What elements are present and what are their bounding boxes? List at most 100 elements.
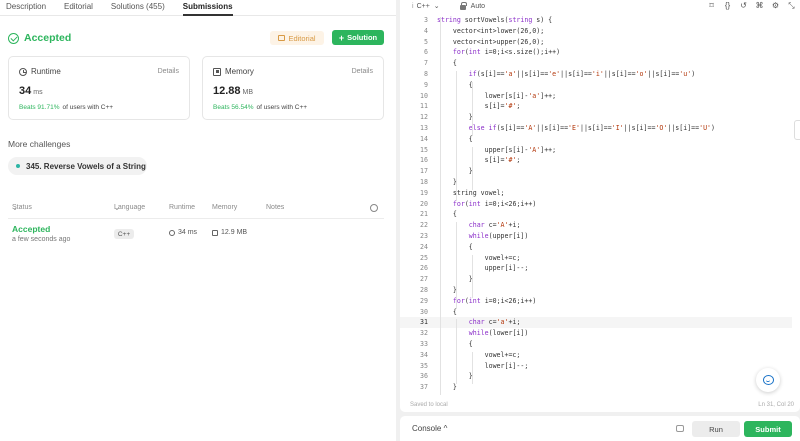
code-text[interactable]: lower[i]--; (437, 361, 529, 372)
code-text[interactable]: { (437, 80, 473, 91)
code-text[interactable]: { (437, 134, 473, 145)
code-line[interactable]: 22 char c='A'+i; (400, 220, 792, 231)
code-line[interactable]: 35 lower[i]--; (400, 361, 792, 372)
collapse-icon[interactable]: ⤡ (787, 1, 796, 10)
row-memory: 12.9 MB (212, 229, 247, 236)
code-line[interactable]: 27 } (400, 274, 792, 285)
code-line[interactable]: 13 else if(s[i]=='A'||s[i]=='E'||s[i]=='… (400, 123, 792, 134)
code-text[interactable]: s[i]='#'; (437, 155, 521, 166)
challenge-link[interactable]: 345. Reverse Vowels of a String (8, 157, 147, 175)
code-line[interactable]: 18 } (400, 177, 792, 188)
line-number: 25 (420, 253, 428, 262)
bookmark-icon[interactable]: ⌑ (707, 1, 716, 10)
code-text[interactable]: if(s[i]=='a'||s[i]=='e'||s[i]=='i'||s[i]… (437, 69, 695, 80)
code-text[interactable]: upper[i]--; (437, 263, 529, 274)
code-text[interactable]: for(int i=0;i<26;i++) (437, 296, 536, 307)
run-button[interactable]: Run (692, 421, 740, 437)
code-text[interactable]: upper[s[i]-'A']++; (437, 145, 557, 156)
code-text[interactable]: lower[s[i]-'a']++; (437, 91, 557, 102)
code-line[interactable]: 20 for(int i=0;i<26;i++) (400, 199, 792, 210)
code-line[interactable]: 37 } (400, 382, 792, 393)
code-area[interactable]: 3 string sortVowels(string s) {4 vector<i… (400, 15, 800, 395)
code-line[interactable]: 23 while(upper[i]) (400, 231, 792, 242)
code-line[interactable]: 15 upper[s[i]-'A']++; (400, 145, 792, 156)
code-line[interactable]: 17 } (400, 166, 792, 177)
col-language[interactable]: Language ⌄ (114, 204, 145, 212)
tab-submissions[interactable]: Submissions (182, 0, 233, 16)
code-text[interactable]: while(upper[i]) (437, 231, 529, 242)
code-line[interactable]: 32 while(lower[i]) (400, 328, 792, 339)
editorial-button[interactable]: Editorial (270, 31, 324, 45)
col-status[interactable]: Status ⌄ (12, 204, 32, 212)
code-line[interactable]: 19 string vowel; (400, 188, 792, 199)
code-line[interactable]: 25 vowel+=c; (400, 253, 792, 264)
code-line[interactable]: 31 char c='a'+i; (400, 317, 792, 329)
tab-solutions[interactable]: Solutions (455) (111, 0, 165, 12)
runtime-card[interactable]: Runtime Details 34 ms Beats 91.71% of user… (8, 56, 190, 120)
editor-tools: ⌑ {} ↺ ⌘ ⚙ ⤡ (707, 1, 796, 10)
braces-icon[interactable]: {} (723, 1, 732, 10)
runtime-value: 34 ms (19, 85, 43, 97)
code-line[interactable]: 29 for(int i=0;i<26;i++) (400, 296, 792, 307)
code-text[interactable]: while(lower[i]) (437, 328, 529, 339)
code-line[interactable]: 9 { (400, 80, 792, 91)
code-line[interactable]: 11 s[i]='#'; (400, 101, 792, 112)
code-text[interactable]: } (437, 274, 473, 285)
code-line[interactable]: 5 vector<int>upper(26,0); (400, 37, 792, 48)
submit-button[interactable]: Submit (744, 421, 792, 437)
code-line[interactable]: 16 s[i]='#'; (400, 155, 792, 166)
code-line[interactable]: 10 lower[s[i]-'a']++; (400, 91, 792, 102)
code-text[interactable]: vowel+=c; (437, 350, 521, 361)
side-panel-handle[interactable] (794, 120, 800, 140)
code-line[interactable]: 7 { (400, 58, 792, 69)
assistant-button[interactable] (756, 368, 780, 392)
reset-icon[interactable]: ↺ (739, 1, 748, 10)
code-line[interactable]: 24 { (400, 242, 792, 253)
code-text[interactable]: string vowel; (437, 188, 505, 199)
code-text[interactable]: s[i]='#'; (437, 101, 521, 112)
code-text[interactable]: { (437, 339, 473, 350)
code-line[interactable]: 12 } (400, 112, 792, 123)
code-line[interactable]: 34 vowel+=c; (400, 350, 792, 361)
settings-icon[interactable]: ⚙ (771, 1, 780, 10)
code-text[interactable]: char c='A'+i; (437, 220, 521, 231)
code-line[interactable]: 14 { (400, 134, 792, 145)
shortcuts-icon[interactable]: ⌘ (755, 1, 764, 10)
code-text[interactable]: { (437, 242, 473, 253)
code-line[interactable]: 30 { (400, 307, 792, 318)
code-text[interactable]: for(int i=0;i<26;i++) (437, 199, 536, 210)
code-line[interactable]: 4 vector<int>lower(26,0); (400, 26, 792, 37)
cloud-icon[interactable] (676, 425, 684, 432)
code-text[interactable]: } (437, 166, 473, 177)
code-line[interactable]: 36 } (400, 371, 792, 382)
code-line[interactable]: 21 { (400, 209, 792, 220)
auto-mode[interactable]: Auto (459, 1, 485, 10)
code-text[interactable]: vowel+=c; (437, 253, 521, 264)
tab-description[interactable]: Description (6, 0, 46, 12)
gear-icon[interactable] (370, 204, 378, 212)
code-text[interactable]: string sortVowels(string s) { (437, 15, 552, 26)
memory-details-link[interactable]: Details (352, 68, 373, 75)
code-line[interactable]: 6 for(int i=0;i<s.size();i++) (400, 47, 792, 58)
code-text[interactable]: vector<int>upper(26,0); (437, 37, 544, 48)
code-line[interactable]: 28 } (400, 285, 792, 296)
code-text[interactable]: else if(s[i]=='A'||s[i]=='E'||s[i]=='I'|… (437, 123, 715, 134)
language-selector[interactable]: i C++ ⌄ (412, 2, 440, 11)
code-line[interactable]: 3 string sortVowels(string s) { (400, 15, 792, 26)
code-line[interactable]: 26 upper[i]--; (400, 263, 792, 274)
line-number: 22 (420, 221, 428, 230)
code-text[interactable]: for(int i=0;i<s.size();i++) (437, 47, 560, 58)
memory-card[interactable]: Memory Details 12.88 MB Beats 56.54% of us… (202, 56, 384, 120)
post-solution-button[interactable]: + Solution (332, 30, 384, 45)
runtime-details-link[interactable]: Details (158, 68, 179, 75)
code-line[interactable]: 33 { (400, 339, 792, 350)
code-text[interactable]: } (437, 371, 473, 382)
code-text[interactable]: } (437, 112, 473, 123)
line-number: 19 (420, 188, 428, 197)
code-text[interactable]: char c='a'+i; (437, 317, 521, 328)
row-status[interactable]: Accepted (12, 224, 50, 234)
code-line[interactable]: 8 if(s[i]=='a'||s[i]=='e'||s[i]=='i'||s[… (400, 69, 792, 80)
console-toggle[interactable]: Console ^ (412, 424, 447, 433)
tab-editorial[interactable]: Editorial (64, 0, 93, 12)
code-text[interactable]: vector<int>lower(26,0); (437, 26, 544, 37)
